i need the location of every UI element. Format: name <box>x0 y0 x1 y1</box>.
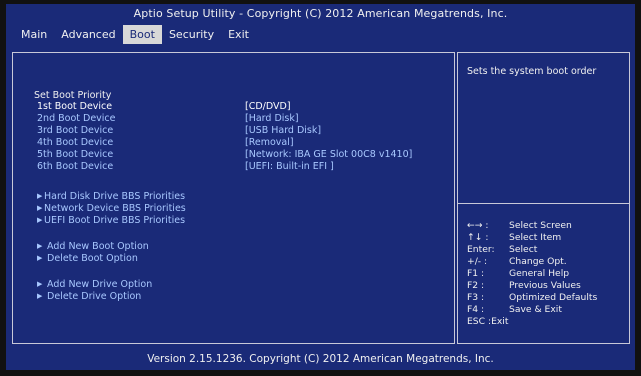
triangle-right-icon: ▶ <box>37 242 43 250</box>
key-hint: F1 : General Help <box>467 268 569 280</box>
boot-device-value[interactable]: [Removal] <box>245 137 294 149</box>
key-hint: ESC :Exit <box>467 316 508 328</box>
version-footer: Version 2.15.1236. Copyright (C) 2012 Am… <box>147 353 494 365</box>
key-desc: Previous Values <box>509 280 581 291</box>
key-hint: ↑↓ : Select Item <box>467 232 561 244</box>
triangle-right-icon: ▶ <box>37 204 43 212</box>
key-name: F3 : <box>467 292 485 303</box>
key-hint: F3 : Optimized Defaults <box>467 292 597 304</box>
boot-device-label: 5th Boot Device <box>37 149 114 160</box>
delete-drive-option[interactable]: ▶ Delete Drive Option <box>37 290 141 302</box>
key-name: F1 : <box>467 268 485 279</box>
key-desc: General Help <box>509 268 570 279</box>
key-name: +/- : <box>467 256 488 267</box>
option-label: Add New Drive Option <box>47 279 153 290</box>
key-name: Enter: <box>467 244 495 255</box>
boot-device-label: 6th Boot Device <box>37 161 114 172</box>
title-bar: Aptio Setup Utility - Copyright (C) 2012… <box>6 4 635 44</box>
tab-exit[interactable]: Exit <box>221 25 256 44</box>
boot-device-row[interactable]: 4th Boot Device [Removal] <box>37 137 447 149</box>
boot-device-value[interactable]: [UEFI: Built-in EFI ] <box>245 161 334 173</box>
settings-pane: Set Boot Priority 1st Boot Device [CD/DV… <box>12 52 455 344</box>
help-divider <box>458 203 629 204</box>
help-text: Sets the system boot order <box>467 66 597 77</box>
boot-device-row[interactable]: 6th Boot Device [UEFI: Built-in EFI ] <box>37 161 447 173</box>
key-name: F4 : <box>467 304 485 315</box>
key-hint: F4 : Save & Exit <box>467 304 562 316</box>
section-title: Set Boot Priority <box>34 90 112 101</box>
tab-bar: Main Advanced Boot Security Exit <box>14 25 256 44</box>
tab-security[interactable]: Security <box>162 25 221 44</box>
key-desc: Change Opt. <box>509 256 567 267</box>
key-desc: Save & Exit <box>509 304 562 315</box>
key-hint: ←→ : Select Screen <box>467 220 572 232</box>
boot-device-value[interactable]: [Hard Disk] <box>245 113 299 125</box>
submenu-hdd-bbs[interactable]: ▶ Hard Disk Drive BBS Priorities <box>37 190 185 202</box>
triangle-right-icon: ▶ <box>37 216 43 224</box>
option-label: Add New Boot Option <box>47 241 149 252</box>
key-desc: Optimized Defaults <box>509 292 598 303</box>
boot-device-row[interactable]: 2nd Boot Device [Hard Disk] <box>37 113 447 125</box>
key-desc: Select <box>509 244 538 255</box>
window-title: Aptio Setup Utility - Copyright (C) 2012… <box>133 7 508 20</box>
key-hint: Enter: Select <box>467 244 537 256</box>
boot-device-value[interactable]: [CD/DVD] <box>245 101 291 113</box>
triangle-right-icon: ▶ <box>37 292 43 300</box>
boot-device-value[interactable]: [USB Hard Disk] <box>245 125 321 137</box>
tab-advanced[interactable]: Advanced <box>54 25 122 44</box>
add-drive-option[interactable]: ▶ Add New Drive Option <box>37 278 152 290</box>
submenu-uefi-bbs[interactable]: ▶ UEFI Boot Drive BBS Priorities <box>37 214 185 226</box>
triangle-right-icon: ▶ <box>37 192 43 200</box>
bios-window: Aptio Setup Utility - Copyright (C) 2012… <box>6 4 635 370</box>
option-label: Delete Boot Option <box>47 253 138 264</box>
boot-device-label: 3rd Boot Device <box>37 125 114 136</box>
boot-device-label: 1st Boot Device <box>37 101 113 112</box>
tab-boot[interactable]: Boot <box>122 25 162 44</box>
submenu-label: Hard Disk Drive BBS Priorities <box>44 191 186 202</box>
option-label: Delete Drive Option <box>47 291 142 302</box>
key-name: F2 : <box>467 280 485 291</box>
key-desc: Select Item <box>509 232 562 243</box>
key-hint: F2 : Previous Values <box>467 280 581 292</box>
boot-device-row[interactable]: 3rd Boot Device [USB Hard Disk] <box>37 125 447 137</box>
add-boot-option[interactable]: ▶ Add New Boot Option <box>37 240 149 252</box>
key-name: ↑↓ : <box>467 232 489 243</box>
triangle-right-icon: ▶ <box>37 254 43 262</box>
submenu-network-bbs[interactable]: ▶ Network Device BBS Priorities <box>37 202 186 214</box>
submenu-label: Network Device BBS Priorities <box>44 203 186 214</box>
key-name: ←→ : <box>467 220 489 231</box>
screen: Aptio Setup Utility - Copyright (C) 2012… <box>0 0 641 376</box>
key-desc: Select Screen <box>509 220 572 231</box>
boot-device-label: 2nd Boot Device <box>37 113 116 124</box>
triangle-right-icon: ▶ <box>37 280 43 288</box>
boot-device-row[interactable]: 1st Boot Device [CD/DVD] <box>37 101 447 113</box>
key-name: ESC :Exit <box>467 316 509 327</box>
key-hint: +/- : Change Opt. <box>467 256 567 268</box>
help-pane: Sets the system boot order ←→ : Select Sc… <box>457 52 630 344</box>
content-panel: Set Boot Priority 1st Boot Device [CD/DV… <box>6 44 635 349</box>
boot-device-row[interactable]: 5th Boot Device [Network: IBA GE Slot 00… <box>37 149 447 161</box>
status-bar: Version 2.15.1236. Copyright (C) 2012 Am… <box>6 349 635 370</box>
submenu-label: UEFI Boot Drive BBS Priorities <box>44 215 186 226</box>
tab-main[interactable]: Main <box>14 25 54 44</box>
delete-boot-option[interactable]: ▶ Delete Boot Option <box>37 252 138 264</box>
boot-device-label: 4th Boot Device <box>37 137 114 148</box>
boot-device-value[interactable]: [Network: IBA GE Slot 00C8 v1410] <box>245 149 412 161</box>
